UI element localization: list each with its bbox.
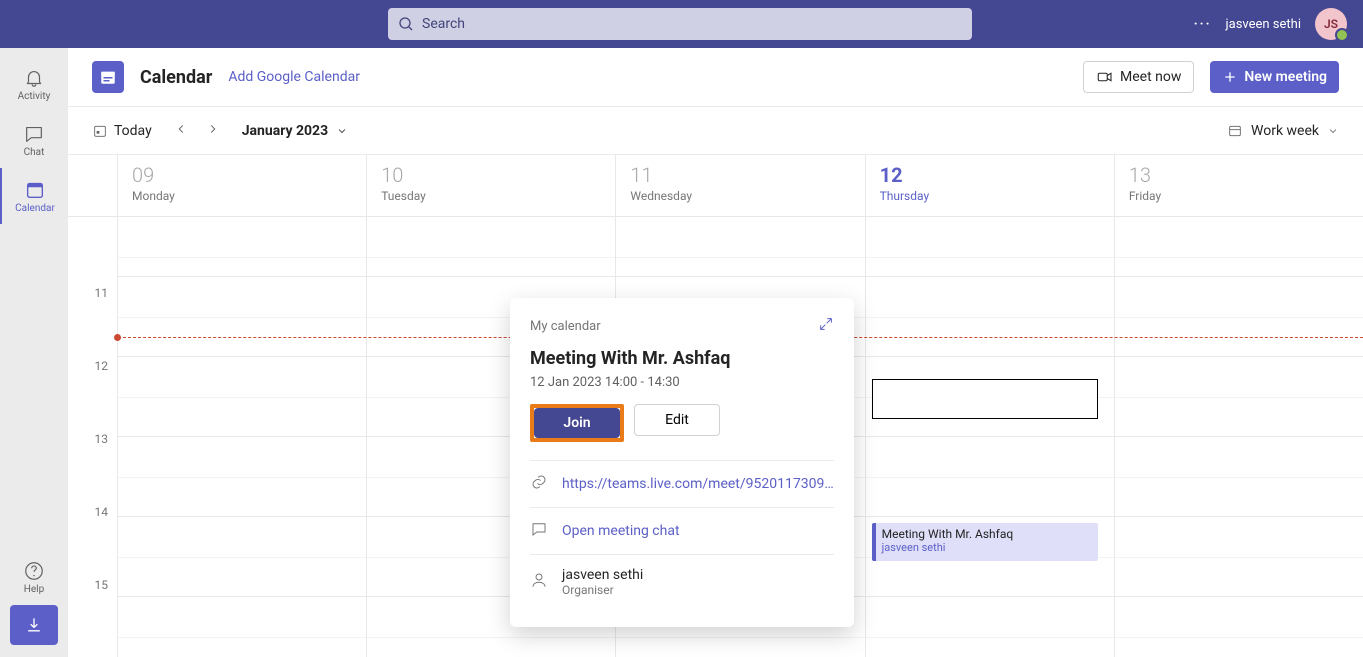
next-week-button[interactable] <box>206 121 220 140</box>
search-input[interactable]: Search <box>388 8 972 40</box>
time-labels: 11 12 13 14 15 <box>68 217 118 657</box>
chevron-down-icon <box>336 125 348 137</box>
download-icon <box>24 615 44 635</box>
link-icon <box>530 473 548 495</box>
avatar[interactable]: JS <box>1315 8 1347 40</box>
organiser-name: jasveen sethi <box>562 567 643 583</box>
open-chat-link[interactable]: Open meeting chat <box>562 523 680 539</box>
username: jasveen sethi <box>1226 17 1301 32</box>
chevron-down-icon <box>1327 125 1339 137</box>
search-icon <box>398 16 414 32</box>
time-selection-box[interactable] <box>872 379 1098 419</box>
rail-activity[interactable]: Activity <box>0 56 68 112</box>
join-button-highlight: Join <box>530 404 624 442</box>
join-button[interactable]: Join <box>534 408 620 438</box>
today-button[interactable]: Today <box>92 123 152 139</box>
person-icon <box>530 571 548 593</box>
day-column-mon[interactable]: 09Monday <box>118 155 367 657</box>
page-title: Calendar <box>140 67 212 88</box>
list-icon <box>1227 123 1243 139</box>
calendar-app-icon <box>92 61 124 93</box>
day-column-thu[interactable]: 12Thursday Meeting With Mr. Ashfaq jasve… <box>866 155 1115 657</box>
day-column-fri[interactable]: 13Friday <box>1115 155 1363 657</box>
meeting-link[interactable]: https://teams.live.com/meet/95201173092.… <box>562 476 834 492</box>
rail-chat[interactable]: Chat <box>0 112 68 168</box>
add-google-calendar-link[interactable]: Add Google Calendar <box>228 69 360 85</box>
help-icon <box>23 560 45 582</box>
titlebar: Search ··· jasveen sethi JS <box>0 0 1363 48</box>
chat-icon <box>23 123 45 145</box>
plus-icon <box>1222 69 1238 85</box>
expand-icon <box>818 316 834 332</box>
chat-icon <box>530 520 548 542</box>
search-placeholder: Search <box>422 16 465 32</box>
prev-week-button[interactable] <box>174 121 188 140</box>
more-icon[interactable]: ··· <box>1194 17 1212 32</box>
view-picker[interactable]: Work week <box>1227 123 1339 139</box>
left-rail: Activity Chat Calendar Help <box>0 48 68 657</box>
rail-help[interactable]: Help <box>0 549 68 605</box>
calendar-icon <box>24 179 46 201</box>
popup-title: Meeting With Mr. Ashfaq <box>530 348 834 369</box>
popup-calendar-name: My calendar <box>530 319 601 334</box>
edit-button[interactable]: Edit <box>634 404 720 436</box>
expand-button[interactable] <box>818 316 834 336</box>
organiser-role: Organiser <box>562 583 643 597</box>
today-icon <box>92 123 108 139</box>
bell-icon <box>23 67 45 89</box>
rail-calendar[interactable]: Calendar <box>0 168 68 224</box>
event-details-popup: My calendar Meeting With Mr. Ashfaq 12 J… <box>510 298 854 627</box>
chevron-right-icon <box>206 122 220 136</box>
page-header: Calendar Add Google Calendar Meet now Ne… <box>68 48 1363 107</box>
meet-now-button[interactable]: Meet now <box>1083 61 1194 93</box>
chevron-left-icon <box>174 122 188 136</box>
month-picker[interactable]: January 2023 <box>242 123 348 139</box>
calendar-event[interactable]: Meeting With Mr. Ashfaq jasveen sethi <box>872 523 1098 561</box>
new-meeting-button[interactable]: New meeting <box>1210 61 1339 93</box>
download-button[interactable] <box>10 605 58 645</box>
calendar-toolbar: Today January 2023 Work week <box>68 107 1363 155</box>
popup-time: 12 Jan 2023 14:00 - 14:30 <box>530 375 834 390</box>
video-icon <box>1096 68 1114 86</box>
